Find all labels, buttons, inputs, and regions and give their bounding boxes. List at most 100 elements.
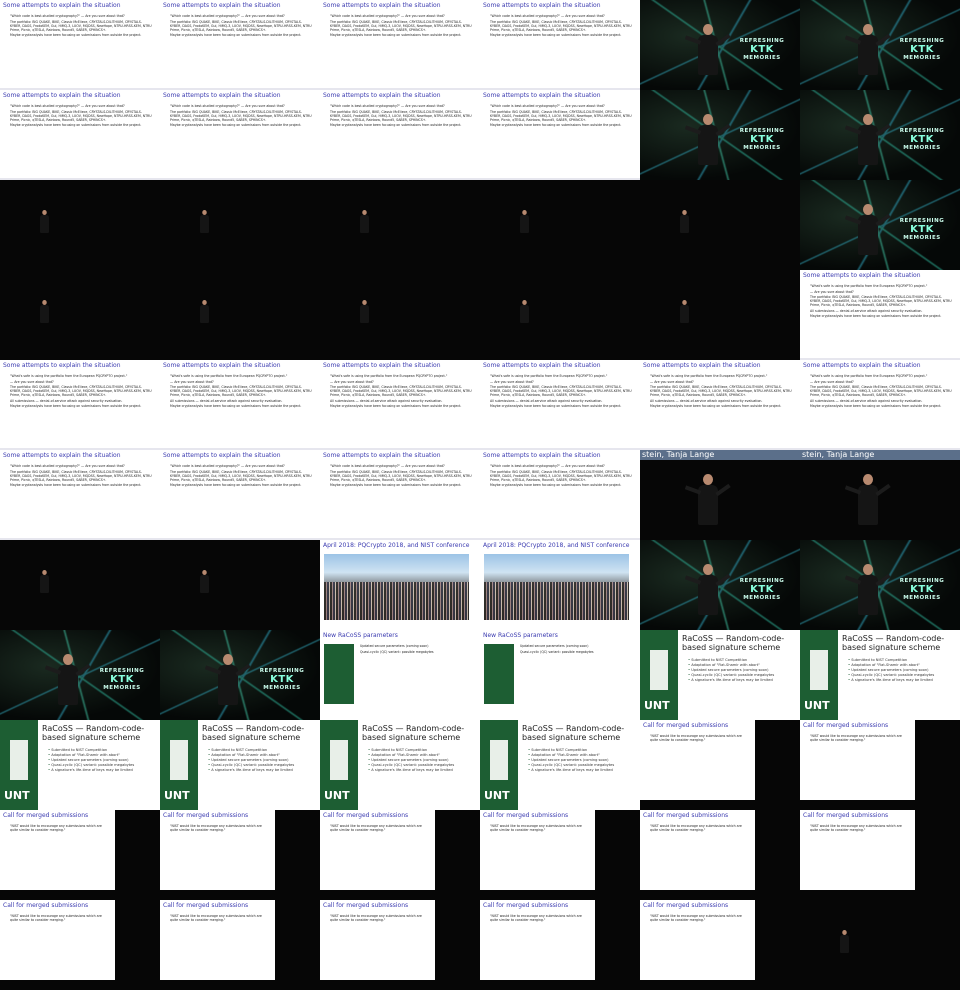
slide-body: "NIST would like to encourage any submis… bbox=[490, 824, 587, 834]
slide-body: "Which code is best-studied cryptography… bbox=[170, 104, 312, 129]
logo-mark: KTK bbox=[910, 134, 934, 145]
slide-point: Maybe cryptanalysts have been focusing o… bbox=[330, 33, 462, 37]
unt-sidebar: UNT bbox=[0, 720, 38, 810]
stage-scene: REFRESHING KTK MEMORIES bbox=[800, 0, 960, 90]
dark-stage bbox=[640, 270, 800, 360]
slide-body: "Which code is best-studied cryptography… bbox=[10, 464, 152, 489]
slide-racoss: UNT RaCoSS — Random-code-based signature… bbox=[480, 720, 640, 810]
slide-merged: Call for merged submissions "NIST would … bbox=[0, 900, 115, 980]
slide-point: Maybe cryptanalysts have been focusing o… bbox=[330, 404, 462, 408]
video-frame bbox=[320, 180, 480, 270]
merged-frame: Call for merged submissions "NIST would … bbox=[800, 810, 960, 900]
slide-portfolio: The portfolio: BIG QUAKE, BIKE, Classic … bbox=[330, 469, 472, 482]
slide-title: RaCoSS — Random-code-based signature sch… bbox=[682, 634, 785, 652]
slide-april: April 2018: PQCrypto 2018, and NIST conf… bbox=[320, 540, 480, 630]
slide-explain-early: Some attempts to explain the situation "… bbox=[320, 90, 480, 180]
speaker-distant bbox=[40, 210, 49, 237]
video-frame: UNT RaCoSS — Random-code-based signature… bbox=[160, 720, 320, 810]
list-item: A signature's life-time of keys may be l… bbox=[368, 768, 476, 773]
slide-explain-early: Some attempts to explain the situation "… bbox=[320, 450, 480, 540]
slide-point: Maybe cryptanalysts have been focusing o… bbox=[170, 404, 302, 408]
video-frame: Call for merged submissions "NIST would … bbox=[800, 810, 960, 900]
slide-quote: "NIST would like to encourage any submis… bbox=[490, 824, 582, 832]
logo-line: MEMORIES bbox=[903, 145, 941, 151]
slide-title: RaCoSS — Random-code-based signature sch… bbox=[842, 634, 945, 652]
video-frame: REFRESHING KTK MEMORIES bbox=[640, 0, 800, 90]
speaker-distant bbox=[360, 300, 369, 327]
speaker-body bbox=[40, 214, 49, 233]
slide-explain: Some attempts to explain the situation "… bbox=[800, 360, 960, 450]
video-frame: Some attempts to explain the situation "… bbox=[320, 450, 480, 540]
merged-frame: Call for merged submissions "NIST would … bbox=[480, 810, 640, 900]
video-frame: Some attempts to explain the situation "… bbox=[320, 0, 480, 90]
logo-mark: KTK bbox=[750, 44, 774, 55]
speaker-body bbox=[360, 304, 369, 323]
video-frame bbox=[640, 270, 800, 360]
slide-quote: "NIST would like to encourage any submis… bbox=[330, 914, 422, 922]
slide-list: Submitted to NIST Competition Adaptation… bbox=[688, 658, 796, 683]
unt-sidebar: UNT bbox=[800, 630, 838, 720]
slide-title: Some attempts to explain the situation bbox=[3, 2, 121, 9]
slide-title: New RaCoSS parameters bbox=[323, 632, 398, 639]
video-frame: Some attempts to explain the situation "… bbox=[320, 360, 480, 450]
slide-title: RaCoSS — Random-code-based signature sch… bbox=[202, 724, 305, 742]
event-logo: REFRESHING KTK MEMORIES bbox=[892, 578, 952, 601]
speaker-distant bbox=[520, 210, 529, 237]
dark-stage bbox=[320, 180, 480, 270]
slide-point: All submissions — denial-of-service atta… bbox=[330, 398, 443, 403]
slide-quote: "Which code is best-studied cryptography… bbox=[490, 104, 605, 108]
slide-quote: "NIST would like to encourage any submis… bbox=[10, 824, 102, 832]
slide-explain-early: Some attempts to explain the situation "… bbox=[480, 0, 640, 90]
video-frame bbox=[160, 180, 320, 270]
video-frame: Some attempts to explain the situation "… bbox=[0, 450, 160, 540]
speaker-body bbox=[360, 214, 369, 233]
slide-point: Maybe cryptanalysts have been focusing o… bbox=[810, 404, 942, 408]
logo-mark: KTK bbox=[750, 584, 774, 595]
speaker bbox=[684, 114, 731, 174]
slide-title: Call for merged submissions bbox=[163, 902, 249, 909]
merged-frame: Call for merged submissions "NIST would … bbox=[640, 810, 800, 900]
slide-quote: "NIST would like to encourage any submis… bbox=[650, 734, 742, 742]
slide-portfolio: The portfolio: BIG QUAKE, BIKE, Classic … bbox=[10, 109, 152, 122]
speaker-closeup: stein, Tanja Lange bbox=[640, 450, 800, 540]
logo-mark: KTK bbox=[910, 44, 934, 55]
speaker-distant bbox=[40, 300, 49, 327]
slide-point: All submissions — denial-of-service atta… bbox=[490, 398, 603, 403]
video-frame: Some attempts to explain the situation "… bbox=[160, 450, 320, 540]
slide-merged: Call for merged submissions "NIST would … bbox=[0, 810, 115, 890]
slide-merged: Call for merged submissions "NIST would … bbox=[160, 810, 275, 890]
slide-explain: Some attempts to explain the situation "… bbox=[640, 360, 800, 450]
slide-body: "NIST would like to encourage any submis… bbox=[650, 824, 747, 834]
slide-title: Some attempts to explain the situation bbox=[3, 452, 121, 459]
unt-sidebar bbox=[324, 644, 354, 704]
video-frame: Call for merged submissions "NIST would … bbox=[320, 900, 480, 990]
slide-title: Some attempts to explain the situation bbox=[803, 362, 921, 369]
slide-body: "Which code is best-studied cryptography… bbox=[330, 104, 472, 129]
slide-title: Some attempts to explain the situation bbox=[163, 2, 281, 9]
slide-quote: "What's safe is using the portfolio from… bbox=[490, 374, 608, 378]
slide-title: Some attempts to explain the situation bbox=[323, 92, 441, 99]
video-frame: stein, Tanja Lange bbox=[800, 450, 960, 540]
video-frame bbox=[800, 900, 960, 990]
slide-body: "NIST would like to encourage any submis… bbox=[330, 824, 427, 834]
slide-point: Maybe cryptanalysts have been focusing o… bbox=[170, 33, 302, 37]
speaker-distant bbox=[200, 300, 209, 327]
video-frame: stein, Tanja Lange bbox=[640, 450, 800, 540]
slide-racoss: UNT RaCoSS — Random-code-based signature… bbox=[800, 630, 960, 720]
slide-quote: "NIST would like to encourage any submis… bbox=[330, 824, 422, 832]
list-item: A signature's life-time of keys may be l… bbox=[528, 768, 636, 773]
slide-merged: Call for merged submissions "NIST would … bbox=[800, 720, 915, 800]
video-frame: Some attempts to explain the situation "… bbox=[160, 0, 320, 90]
slide-title: Some attempts to explain the situation bbox=[3, 92, 121, 99]
video-frame: UNT RaCoSS — Random-code-based signature… bbox=[480, 720, 640, 810]
slide-list: Submitted to NIST Competition Adaptation… bbox=[528, 748, 636, 773]
slide-title: April 2018: PQCrypto 2018, and NIST conf… bbox=[483, 542, 630, 549]
slide-title: Some attempts to explain the situation bbox=[323, 452, 441, 459]
slide-quote: "What's safe is using the portfolio from… bbox=[170, 374, 288, 378]
slide-title: Some attempts to explain the situation bbox=[323, 362, 441, 369]
video-frame: Call for merged submissions "NIST would … bbox=[800, 720, 960, 810]
logo-line: MEMORIES bbox=[263, 685, 301, 691]
slide-point: Maybe cryptanalysts have been focusing o… bbox=[490, 33, 622, 37]
unt-sidebar: UNT bbox=[320, 720, 358, 810]
dark-stage bbox=[0, 270, 160, 360]
